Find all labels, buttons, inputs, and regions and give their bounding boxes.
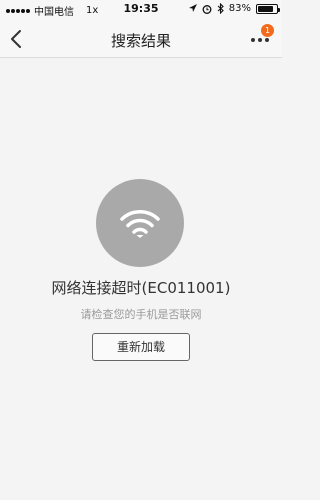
bluetooth-icon — [217, 3, 224, 14]
back-button[interactable] — [6, 26, 30, 52]
chevron-left-icon — [11, 30, 21, 48]
battery-percent: 83% — [228, 3, 251, 14]
status-right: 83% — [188, 3, 280, 14]
status-bar: 中国电信 1x 19:35 83% — [0, 0, 282, 20]
page-title: 搜索结果 — [110, 32, 171, 50]
error-title: 网络连接超时(EC011001) — [51, 279, 231, 297]
wifi-error-circle — [96, 179, 184, 267]
battery-icon — [256, 3, 280, 14]
location-icon — [188, 4, 197, 12]
more-dots-icon — [251, 38, 269, 42]
more-options-button[interactable]: 1 — [248, 24, 274, 52]
notification-badge: 1 — [261, 24, 274, 37]
nav-bar: 搜索结果 1 — [0, 20, 282, 58]
alarm-icon — [202, 4, 212, 14]
screen: 中国电信 1x 19:35 83% 搜索结果 1 网络连接超时(EC011001… — [0, 0, 282, 500]
error-hint: 请检查您的手机是否联网 — [80, 308, 202, 321]
battery-fill — [258, 5, 273, 12]
wifi-icon — [120, 210, 160, 238]
reload-button[interactable]: 重新加载 — [92, 333, 190, 361]
